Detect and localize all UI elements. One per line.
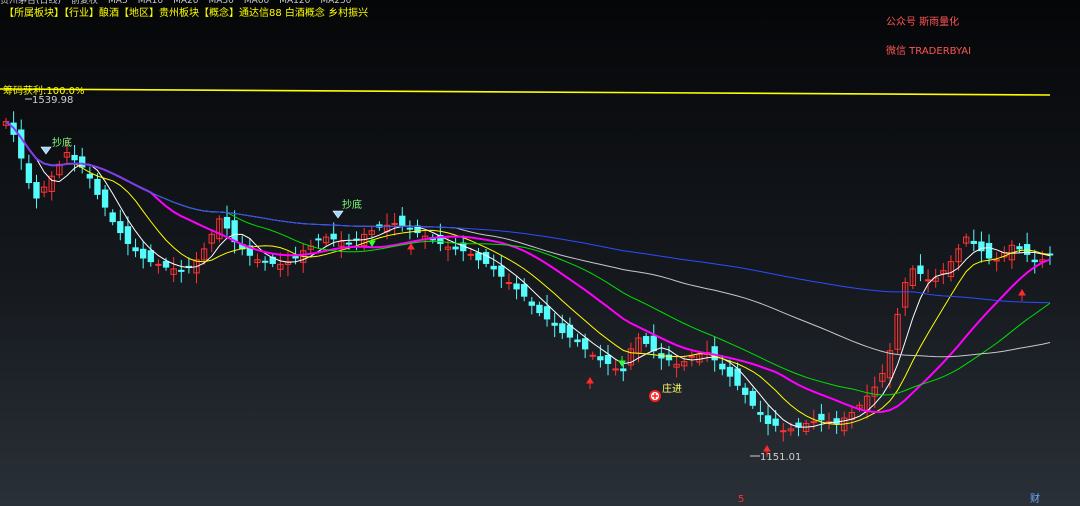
candle-down [86,173,93,179]
candle-down [79,156,86,168]
candle-up [391,222,398,225]
candle-down [764,415,772,424]
candle-down [330,233,337,240]
candle-down [406,227,414,230]
candle-down [315,238,322,241]
candle-up [505,282,513,285]
up-arrow-icon [407,243,415,255]
candle-down [574,339,581,343]
candle-down [597,356,604,361]
candle-down [749,390,756,406]
candle-down [1031,259,1038,263]
low-price-label: 1151.01 [760,452,802,463]
candle-down [734,368,741,386]
candle-down [162,260,170,268]
up-arrow-icon [1018,289,1026,301]
ma60-line [5,121,1051,358]
buy-signal-label-1: 抄底 [52,138,72,149]
candle-down [642,336,650,344]
ma20-line [5,120,1051,414]
candle-down [94,178,101,195]
axis-mark-cai: 财 [1030,494,1040,505]
candle-down [719,363,726,370]
candle-down [833,418,840,424]
candle-down [124,226,132,244]
watermark-wechat-id: 微信 TRADERBYAI [886,46,972,57]
candle-down [1016,246,1023,250]
candle-down [559,323,566,334]
candlestick-plot [0,88,1054,457]
candle-down [452,246,459,250]
candle-down [604,354,612,364]
ma5-line [5,121,1051,428]
candle-up [467,253,475,256]
zhuangjin-label: 庄进 [662,384,682,395]
down-arrow-icon [618,356,626,367]
diamond-signal-icon [40,146,52,155]
candle-down [498,265,505,277]
candle-down [581,338,589,350]
candle-down [117,221,124,234]
candle-down [757,412,764,415]
candle-down [536,304,543,314]
candle-down [345,242,353,245]
candle-down [132,247,139,252]
candle-down [261,260,269,263]
axis-mark-5: 5 [738,494,745,505]
candle-down [917,265,924,274]
kline-chart[interactable]: 贵州茅台(日线) 前复权 MA5 MA10 MA20 MA30 MA60 MA120 MA250… [0,0,1080,506]
candle-down [490,265,497,270]
candle-down [985,242,993,259]
candle-down [620,368,627,372]
candle-down [521,284,528,297]
candle-down [772,418,779,426]
candle-down [147,250,154,263]
ma120-line [5,121,1050,304]
buy-signal-label-2: 抄底 [342,200,362,211]
candle-down [178,269,185,272]
watermark-wechat-account: 公众号 斯雨量化 [886,17,960,28]
chip-profit-line [0,88,1051,96]
candle-up [589,354,596,357]
candle-down [25,163,33,184]
sector-info-line: 【所属板块】【行业】酿酒【地区】贵州板块【概念】通达信88 白酒概念 乡村振兴 [4,8,369,19]
diamond-signal-icon [332,210,344,219]
candle-down [231,220,238,243]
candle-down [528,301,535,306]
candle-down [742,387,749,395]
candle-down [475,252,482,261]
candle-up [924,279,932,282]
candle-down [223,216,231,229]
candle-down [140,248,147,259]
ma10-line [5,121,1051,426]
candle-down [33,182,40,199]
high-price-label: 1539.98 [32,95,74,106]
candle-down [551,322,558,326]
candle-down [650,335,657,352]
candle-up [612,368,619,371]
candle-down [726,366,734,377]
candle-down [970,240,977,244]
candle-down [71,154,78,161]
candle-down [543,306,551,320]
candle-up [780,430,787,433]
candle-down [399,215,406,226]
up-arrow-icon [586,377,594,389]
candle-down [711,346,718,361]
candle-down [101,189,109,208]
candle-up [155,263,162,266]
candle-down [109,212,116,223]
candle-down [818,413,825,421]
candle-up [810,421,817,424]
candle-down [513,283,520,290]
